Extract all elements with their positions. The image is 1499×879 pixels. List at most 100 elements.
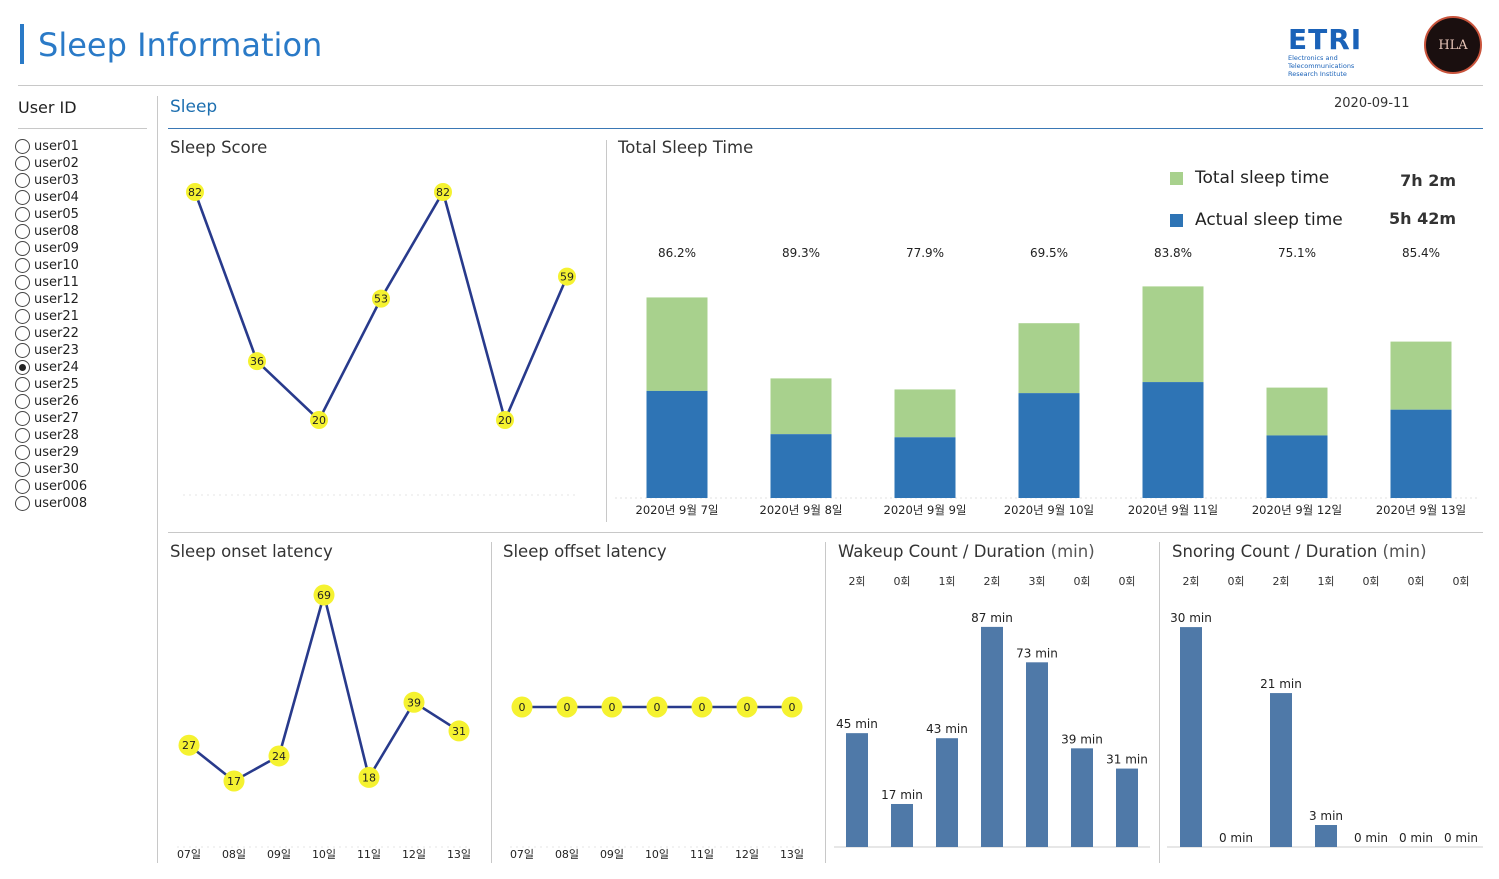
value-label: 31 min: [1106, 753, 1148, 767]
radio-button[interactable]: [15, 394, 30, 409]
total-sleep-bar: [646, 297, 708, 391]
radio-button[interactable]: [15, 445, 30, 460]
user-radio-user11[interactable]: user11: [15, 274, 87, 291]
radio-button[interactable]: [15, 275, 30, 290]
radio-button[interactable]: [15, 207, 30, 222]
count-label: 2회: [983, 575, 1000, 588]
user-radio-user24[interactable]: user24: [15, 359, 87, 376]
total-sleep-bar: [1142, 286, 1204, 383]
radio-button[interactable]: [15, 190, 30, 205]
radio-button[interactable]: [15, 292, 30, 307]
total-sleep-bar: [1390, 341, 1452, 410]
user-label: user27: [34, 411, 79, 426]
value-label: 30 min: [1170, 611, 1212, 625]
value-label: 43 min: [926, 722, 968, 736]
user-label: user30: [34, 462, 79, 477]
radio-button[interactable]: [15, 462, 30, 477]
user-radio-user28[interactable]: user28: [15, 427, 87, 444]
radio-button[interactable]: [15, 156, 30, 171]
user-label: user04: [34, 190, 79, 205]
user-radio-user01[interactable]: user01: [15, 138, 87, 155]
data-label: 82: [188, 186, 202, 199]
user-radio-user21[interactable]: user21: [15, 308, 87, 325]
section-label: Sleep: [170, 97, 218, 117]
radio-button[interactable]: [15, 411, 30, 426]
count-label: 0회: [1073, 575, 1090, 588]
x-tick-label: 2020년 9월 12일: [1252, 503, 1342, 517]
date-label: 2020-09-11: [1334, 96, 1410, 111]
duration-bar: [936, 738, 958, 847]
user-radio-user22[interactable]: user22: [15, 325, 87, 342]
user-radio-user02[interactable]: user02: [15, 155, 87, 172]
duration-bar: [1116, 768, 1138, 847]
user-label: user02: [34, 156, 79, 171]
radio-button[interactable]: [15, 428, 30, 443]
radio-button[interactable]: [15, 224, 30, 239]
x-tick-label: 11일: [690, 847, 714, 861]
user-radio-user006[interactable]: user006: [15, 478, 87, 495]
user-radio-user26[interactable]: user26: [15, 393, 87, 410]
count-label: 0회: [1362, 575, 1379, 588]
percent-label: 86.2%: [658, 246, 696, 260]
user-radio-user23[interactable]: user23: [15, 342, 87, 359]
legend-swatch: [1170, 172, 1183, 185]
actual-sleep-bar: [1266, 435, 1328, 498]
user-label: user28: [34, 428, 79, 443]
radio-button[interactable]: [15, 241, 30, 256]
user-radio-user25[interactable]: user25: [15, 376, 87, 393]
legend-label: Total sleep time: [1194, 168, 1329, 188]
user-radio-user12[interactable]: user12: [15, 291, 87, 308]
radio-button[interactable]: [15, 360, 30, 375]
user-label: user22: [34, 326, 79, 341]
value-label: 87 min: [971, 611, 1013, 625]
radio-button[interactable]: [15, 377, 30, 392]
radio-button[interactable]: [15, 496, 30, 511]
user-label: user03: [34, 173, 79, 188]
user-label: user008: [34, 496, 88, 511]
user-radio-user09[interactable]: user09: [15, 240, 87, 257]
user-radio-user10[interactable]: user10: [15, 257, 87, 274]
radio-button[interactable]: [15, 479, 30, 494]
user-radio-user03[interactable]: user03: [15, 172, 87, 189]
user-radio-user27[interactable]: user27: [15, 410, 87, 427]
user-radio-user008[interactable]: user008: [15, 495, 87, 512]
sleep-offset-latency-title: Sleep offset latency: [503, 542, 667, 561]
x-tick-label: 2020년 9월 8일: [760, 503, 843, 517]
data-label: 17: [227, 775, 241, 788]
row-separator: [168, 532, 1483, 533]
count-label: 0회: [1227, 575, 1244, 588]
snoring-title: Snoring Count / Duration (min): [1172, 542, 1427, 561]
user-radio-user08[interactable]: user08: [15, 223, 87, 240]
data-label: 59: [560, 271, 574, 284]
data-label: 27: [182, 739, 196, 752]
user-radio-user05[interactable]: user05: [15, 206, 87, 223]
user-radio-user30[interactable]: user30: [15, 461, 87, 478]
radio-button[interactable]: [15, 173, 30, 188]
radio-button[interactable]: [15, 343, 30, 358]
x-tick-label: 13일: [447, 847, 471, 861]
actual-sleep-bar: [1018, 393, 1080, 498]
data-label: 0: [699, 701, 706, 714]
radio-button[interactable]: [15, 258, 30, 273]
user-radio-user04[interactable]: user04: [15, 189, 87, 206]
x-tick-label: 08일: [222, 847, 246, 861]
value-label: 73 min: [1016, 646, 1058, 660]
etri-logo-subtitle: Electronics and Telecommunications Resea…: [1288, 54, 1355, 78]
duration-bar: [1315, 825, 1337, 847]
title-accent-bar: [20, 24, 24, 64]
duration-bar: [1071, 748, 1093, 847]
actual-sleep-bar: [894, 437, 956, 498]
x-tick-label: 13일: [780, 847, 804, 861]
radio-button[interactable]: [15, 139, 30, 154]
data-label: 39: [407, 696, 421, 709]
value-label: 0 min: [1354, 831, 1388, 845]
user-radio-user29[interactable]: user29: [15, 444, 87, 461]
panel-separator: [606, 140, 607, 522]
user-label: user12: [34, 292, 79, 307]
radio-button[interactable]: [15, 326, 30, 341]
x-tick-label: 2020년 9월 11일: [1128, 503, 1218, 517]
radio-button[interactable]: [15, 309, 30, 324]
x-tick-label: 09일: [267, 847, 291, 861]
page-title: Sleep Information: [38, 26, 323, 64]
count-label: 2회: [1182, 575, 1199, 588]
